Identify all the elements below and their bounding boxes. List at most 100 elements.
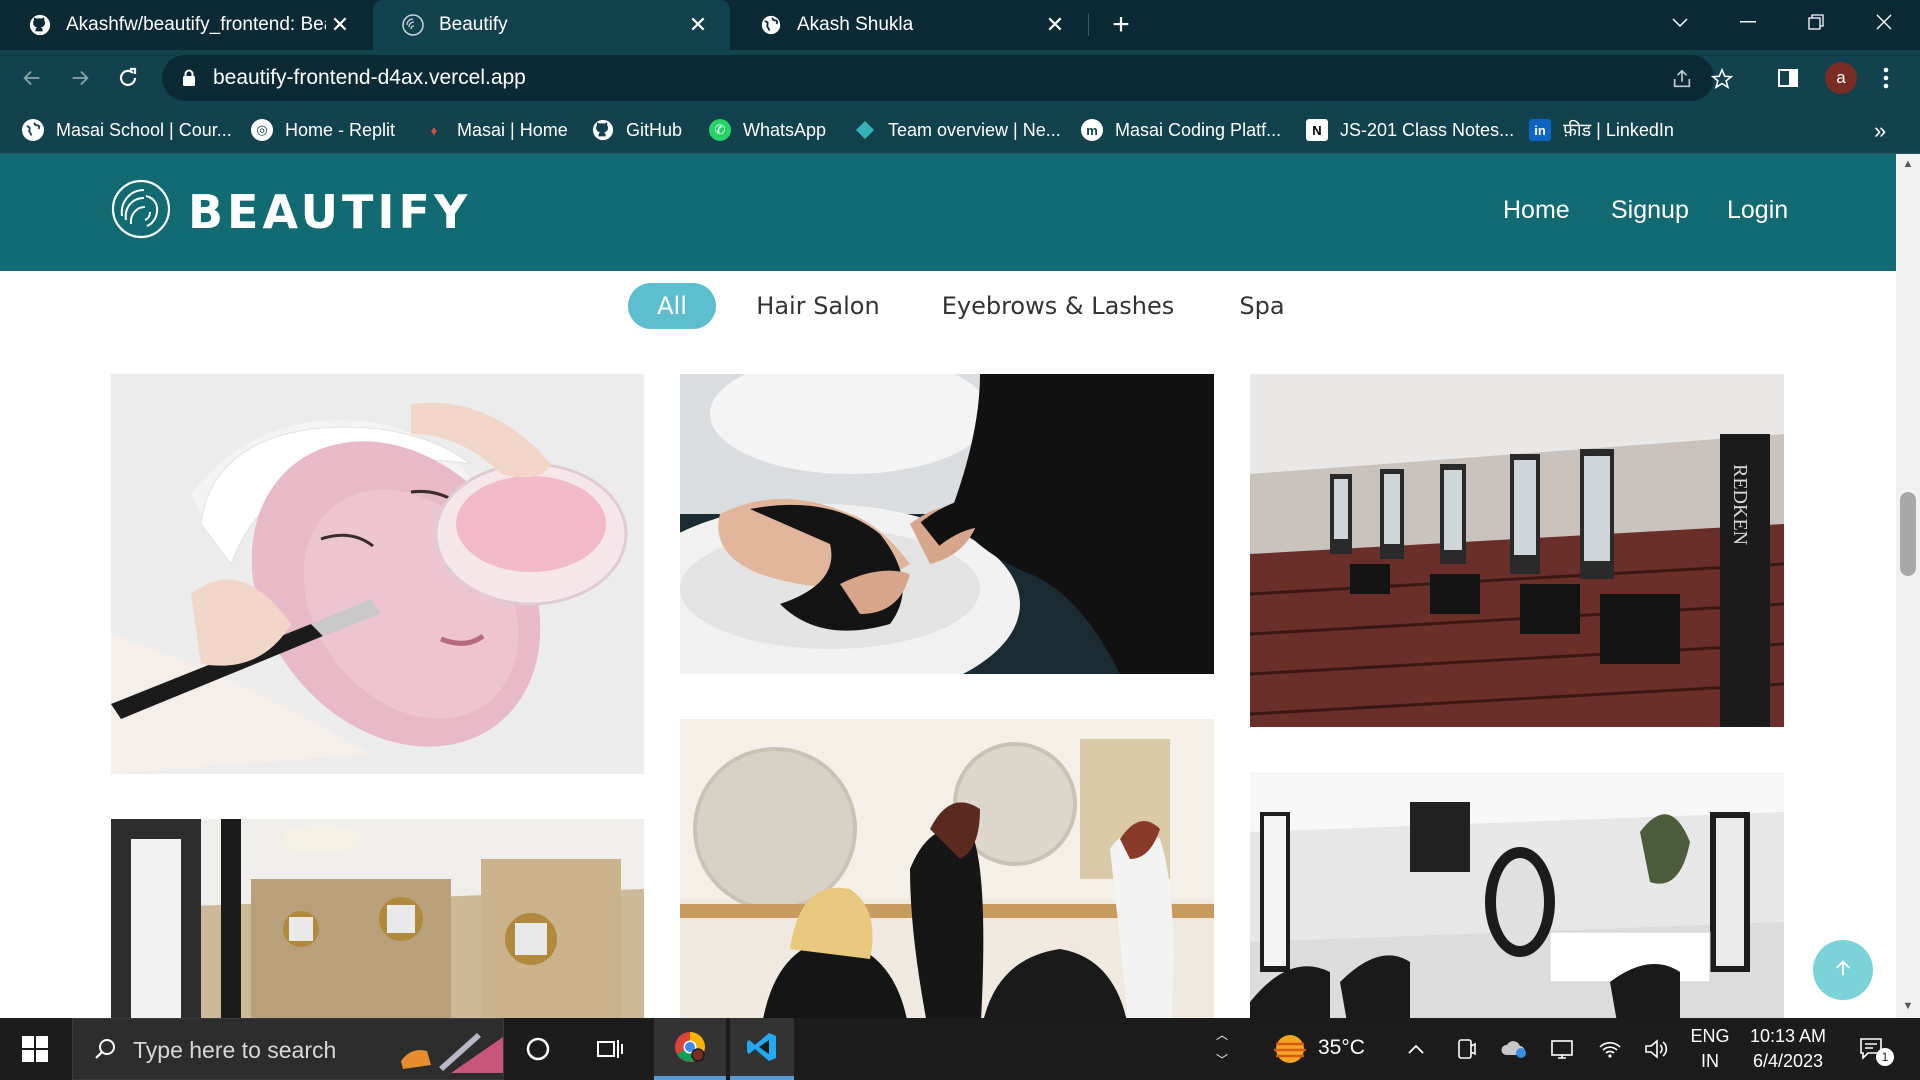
notification-center-icon[interactable]: 1 <box>1842 1018 1902 1080</box>
linkedin-icon: in <box>1529 119 1551 141</box>
windows-start-button[interactable] <box>0 1018 70 1080</box>
scroll-down-arrow-icon[interactable]: ▼ <box>1901 1000 1915 1014</box>
scroll-thumb[interactable] <box>1900 492 1916 576</box>
notification-count-badge: 1 <box>1876 1048 1894 1066</box>
language-top: ENG <box>1690 1026 1730 1046</box>
github-icon <box>592 119 614 141</box>
star-icon[interactable] <box>1710 67 1734 91</box>
brand-name: BEAUTIFY <box>188 184 472 239</box>
bookmark-masai-coding[interactable]: m Masai Coding Platf... <box>1081 116 1281 144</box>
bookmark-notion[interactable]: N JS-201 Class Notes... <box>1306 116 1514 144</box>
luxury-salon-interior-photo[interactable] <box>111 819 644 1018</box>
task-view-icon[interactable] <box>578 1018 642 1080</box>
new-tab-button[interactable]: + <box>1104 8 1138 42</box>
bookmark-label: Masai | Home <box>457 119 568 140</box>
stylists-at-work-photo[interactable] <box>680 719 1214 1018</box>
forward-arrow-icon[interactable] <box>64 62 96 94</box>
bookmark-label: GitHub <box>626 119 683 140</box>
bookmark-masai-school[interactable]: Masai School | Cour... <box>22 116 232 144</box>
profile-avatar[interactable]: a <box>1825 62 1857 94</box>
search-highlight-illustration-icon <box>391 1027 503 1078</box>
tab-akash-shukla[interactable]: Akash Shukla ✕ <box>731 0 1087 50</box>
url-text: beautify-frontend-d4ax.vercel.app <box>213 66 526 89</box>
taskbar-search-box[interactable]: Type here to search <box>72 1018 504 1080</box>
bookmark-linkedin[interactable]: in फ़ीड | LinkedIn <box>1529 116 1674 144</box>
filter-eyebrows-lashes[interactable]: Eyebrows & Lashes <box>940 283 1176 329</box>
close-tab-icon[interactable]: ✕ <box>326 11 354 39</box>
replit-icon: ◎ <box>251 119 273 141</box>
address-bar[interactable]: beautify-frontend-d4ax.vercel.app <box>162 55 1733 101</box>
nav-signup-link[interactable]: Signup <box>1611 196 1689 225</box>
back-arrow-icon[interactable] <box>16 62 48 94</box>
vscode-taskbar-icon[interactable] <box>730 1018 794 1080</box>
nav-login-link[interactable]: Login <box>1727 196 1788 225</box>
share-icon[interactable] <box>1670 67 1694 91</box>
chevron-down-icon: ﹀ <box>1215 1053 1228 1067</box>
weather-icon[interactable] <box>1270 1032 1310 1068</box>
scroll-to-top-button[interactable] <box>1813 940 1873 1000</box>
more-bookmarks-button[interactable]: » <box>1874 118 1886 144</box>
reload-icon[interactable] <box>112 62 144 94</box>
language-indicator[interactable]: ENG IN <box>1690 1026 1730 1072</box>
page-scrollbar[interactable]: ▲ ▼ <box>1896 154 1920 1018</box>
modern-salon-interior-photo[interactable] <box>1250 772 1784 1018</box>
clock-time: 10:13 AM <box>1749 1026 1827 1046</box>
side-panel-icon[interactable] <box>1772 62 1804 94</box>
chrome-taskbar-icon[interactable] <box>654 1018 726 1080</box>
tab-search-chevron-icon[interactable] <box>1648 0 1712 44</box>
volume-icon[interactable] <box>1626 1018 1686 1080</box>
bookmark-label: Masai Coding Platf... <box>1115 119 1282 140</box>
facial-mask-photo[interactable] <box>111 374 644 774</box>
filter-all[interactable]: All <box>628 283 716 329</box>
bookmark-replit[interactable]: ◎ Home - Replit <box>251 116 395 144</box>
page-viewport: BEAUTIFY Home Signup Login All Hair Salo… <box>0 154 1896 1018</box>
globe-icon <box>22 119 44 141</box>
salon-interior-redken-photo[interactable]: REDKEN <box>1250 374 1784 727</box>
svg-text:REDKEN: REDKEN <box>1729 464 1751 545</box>
tab-github[interactable]: Akashfw/beautify_frontend: Beau ✕ <box>0 0 372 50</box>
filter-hair-salon[interactable]: Hair Salon <box>748 283 888 329</box>
bookmark-netlify[interactable]: Team overview | Ne... <box>854 116 1061 144</box>
tab-separator <box>1088 14 1089 36</box>
tab-title: Akash Shukla <box>797 14 914 35</box>
filter-spa[interactable]: Spa <box>1228 283 1296 329</box>
bookmark-label: Masai School | Cour... <box>56 119 232 140</box>
lock-icon[interactable] <box>182 69 196 92</box>
beautify-logo-icon <box>401 13 425 37</box>
nav-home-link[interactable]: Home <box>1503 196 1570 225</box>
browser-toolbar: beautify-frontend-d4ax.vercel.app a <box>0 50 1920 106</box>
masai-icon: ♦ <box>430 122 438 138</box>
beautify-logo-icon <box>110 178 172 245</box>
brand-logo[interactable]: BEAUTIFY <box>110 178 471 245</box>
site-header: BEAUTIFY Home Signup Login <box>0 154 1896 271</box>
menu-kebab-icon[interactable] <box>1870 62 1902 94</box>
bookmark-github[interactable]: GitHub <box>592 116 682 144</box>
clock-date: 6/4/2023 <box>1752 1051 1824 1071</box>
tab-beautify[interactable]: Beautify ✕ <box>373 0 730 50</box>
close-tab-icon[interactable]: ✕ <box>1041 11 1069 39</box>
minimize-icon[interactable] <box>1716 0 1780 44</box>
clock[interactable]: 10:13 AM 6/4/2023 <box>1746 1026 1830 1072</box>
globe-icon <box>759 13 783 37</box>
restore-icon[interactable] <box>1784 0 1848 44</box>
tab-title: Beautify <box>439 14 508 35</box>
github-icon <box>28 13 52 37</box>
notion-icon: N <box>1306 119 1328 141</box>
whatsapp-icon: ✆ <box>709 119 731 141</box>
tray-scroll-arrows[interactable]: ︿ ﹀ <box>1212 1026 1232 1072</box>
hair-wash-photo[interactable] <box>680 374 1214 674</box>
bookmark-masai-home[interactable]: ♦ Masai | Home <box>423 116 568 144</box>
bookmark-label: Home - Replit <box>285 119 396 140</box>
close-tab-icon[interactable]: ✕ <box>684 11 712 39</box>
scroll-up-arrow-icon[interactable]: ▲ <box>1901 158 1915 172</box>
close-window-icon[interactable] <box>1852 0 1916 44</box>
windows-taskbar: Type here to search ︿ ﹀ 35°C ENG IN 10:1… <box>0 1018 1920 1080</box>
bookmark-label: WhatsApp <box>743 119 827 140</box>
browser-tab-bar: Akashfw/beautify_frontend: Beau ✕ Beauti… <box>0 0 1920 50</box>
cortana-icon[interactable] <box>506 1018 570 1080</box>
weather-temperature[interactable]: 35°C <box>1318 1036 1365 1060</box>
netlify-icon <box>854 119 876 141</box>
search-icon <box>93 1037 117 1066</box>
arrow-up-icon <box>1832 957 1854 984</box>
bookmark-whatsapp[interactable]: ✆ WhatsApp <box>709 116 826 144</box>
